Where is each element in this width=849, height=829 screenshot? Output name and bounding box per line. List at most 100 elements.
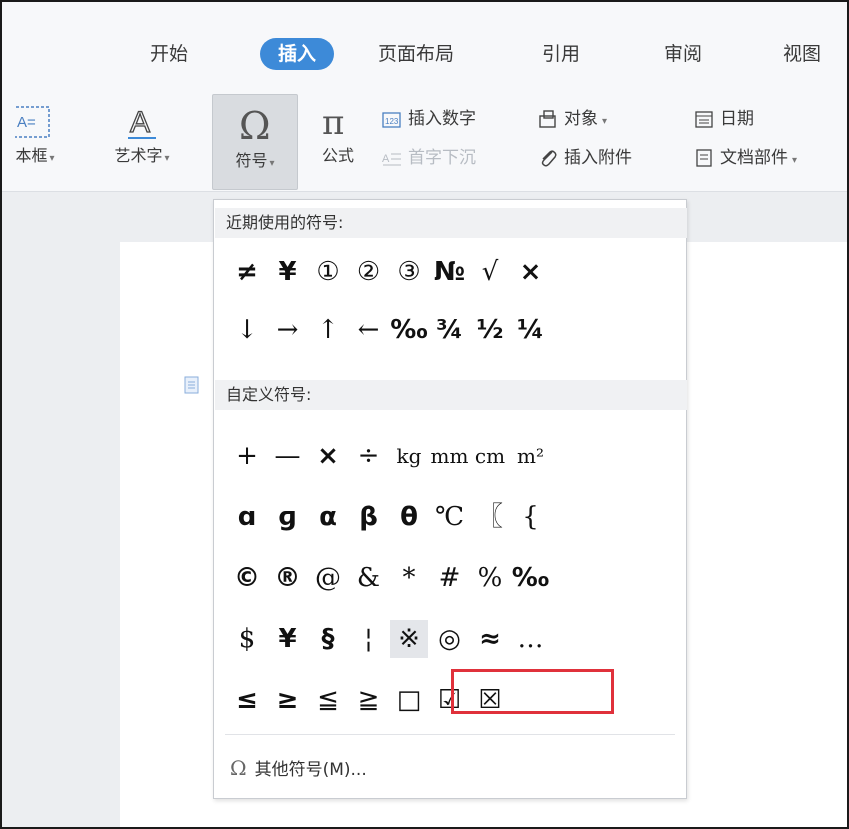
number-icon: 123 (382, 112, 401, 128)
recent-symbol-3[interactable]: ② (350, 253, 388, 291)
recent-symbol-11[interactable]: ← (350, 311, 388, 349)
custom-symbol-9[interactable]: ɡ (269, 498, 307, 536)
drop-cap-label: 首字下沉 (408, 148, 476, 168)
object-label: 对象 (564, 109, 598, 129)
recent-symbol-7[interactable]: × (512, 253, 550, 291)
custom-symbol-27[interactable]: ¦ (350, 620, 388, 658)
date-button[interactable]: 日期 (694, 106, 754, 132)
wordart-label: 艺术字 (114, 146, 163, 165)
wordart-icon: A (128, 105, 156, 140)
custom-symbol-24[interactable]: $ (228, 620, 266, 658)
custom-symbol-21[interactable]: # (431, 559, 469, 597)
custom-symbol-33[interactable]: ≥ (269, 681, 307, 719)
formula-button[interactable]: π 公式 (306, 102, 370, 166)
recent-symbol-12[interactable]: ‰ (390, 311, 428, 349)
custom-symbol-30[interactable]: ≈ (471, 620, 509, 658)
custom-symbol-31[interactable]: … (512, 620, 550, 658)
recent-symbol-9[interactable]: → (269, 311, 307, 349)
recent-symbol-13[interactable]: ¾ (431, 311, 469, 349)
omega-small-icon: Ω (230, 756, 247, 780)
recent-symbol-4[interactable]: ③ (390, 253, 428, 291)
svg-text:π: π (322, 103, 344, 142)
more-symbols-button[interactable]: Ω 其他符号(M)... (230, 754, 367, 782)
custom-symbol-36[interactable]: □ (390, 681, 428, 719)
dropdown-divider (225, 734, 675, 735)
recent-symbol-14[interactable]: ½ (471, 311, 509, 349)
recent-symbols-heading: 近期使用的符号: (215, 208, 687, 238)
textbox-button[interactable]: A= 本框 ▾ (2, 102, 68, 166)
custom-symbol-34[interactable]: ≦ (309, 681, 347, 719)
symbol-button[interactable]: Ω 符号 ▾ (212, 94, 298, 190)
tab-home[interactable]: 开始 (150, 38, 188, 70)
custom-symbol-25[interactable]: ¥ (269, 620, 307, 658)
checkbox-symbols-highlight (451, 669, 614, 714)
textbox-icon: A= (15, 106, 50, 138)
recent-symbol-2[interactable]: ① (309, 253, 347, 291)
custom-symbol-7[interactable]: m² (512, 437, 550, 475)
recent-symbol-6[interactable]: √ (471, 253, 509, 291)
calendar-icon (695, 111, 713, 128)
custom-symbol-28[interactable]: ※ (390, 620, 428, 658)
date-label: 日期 (720, 109, 754, 129)
recent-symbol-15[interactable]: ¼ (512, 311, 550, 349)
custom-symbol-4[interactable]: kg (390, 437, 428, 475)
custom-symbol-0[interactable]: + (228, 437, 266, 475)
tab-references[interactable]: 引用 (542, 38, 580, 70)
tab-page-layout[interactable]: 页面布局 (378, 38, 454, 70)
custom-symbol-17[interactable]: ® (269, 559, 307, 597)
custom-symbol-15[interactable]: { (512, 498, 550, 536)
pi-icon: π (322, 103, 344, 142)
drop-cap-button[interactable]: A 首字下沉 (382, 145, 476, 171)
custom-symbols-heading: 自定义符号: (215, 380, 687, 410)
formula-label: 公式 (321, 146, 354, 165)
custom-symbol-22[interactable]: % (471, 559, 509, 597)
custom-symbol-23[interactable]: ‰ (512, 559, 550, 597)
custom-symbol-8[interactable]: ɑ (228, 498, 266, 536)
custom-symbol-2[interactable]: × (309, 437, 347, 475)
wordart-button[interactable]: A 艺术字 ▾ (96, 102, 188, 166)
custom-symbol-14[interactable]: 〖 (471, 498, 509, 536)
custom-symbol-20[interactable]: * (390, 559, 428, 597)
document-parts-icon (696, 149, 712, 167)
custom-symbol-12[interactable]: θ (390, 498, 428, 536)
recent-symbol-8[interactable]: ↓ (228, 311, 266, 349)
custom-symbol-13[interactable]: ℃ (431, 498, 469, 536)
ribbon-tab-bar: 开始 插入 页面布局 引用 审阅 视图 (2, 2, 847, 84)
recent-symbol-1[interactable]: ¥ (269, 253, 307, 291)
custom-symbol-32[interactable]: ≤ (228, 681, 266, 719)
custom-symbol-5[interactable]: mm (431, 437, 469, 475)
custom-symbol-35[interactable]: ≧ (350, 681, 388, 719)
custom-symbol-19[interactable]: & (350, 559, 388, 597)
insert-number-button[interactable]: 123 插入数字 (382, 106, 476, 132)
custom-symbol-10[interactable]: α (309, 498, 347, 536)
recent-symbol-10[interactable]: ↑ (309, 311, 347, 349)
symbol-dropdown: 近期使用的符号: 自定义符号: ≠ ¥ ① ② ③ № √ × ↓ → ↑ ← ‰ ¾ ½ ¼ + — × ÷ kg mm… (213, 199, 687, 799)
custom-symbol-26[interactable]: § (309, 620, 347, 658)
svg-text:A: A (382, 153, 390, 165)
tab-view[interactable]: 视图 (783, 38, 821, 70)
recent-symbol-5[interactable]: № (431, 253, 469, 291)
custom-symbol-11[interactable]: β (350, 498, 388, 536)
custom-symbol-6[interactable]: cm (471, 437, 509, 475)
recent-symbol-0[interactable]: ≠ (228, 253, 266, 291)
custom-symbol-1[interactable]: — (269, 437, 307, 475)
ribbon-toolbar: A= 本框 ▾ A 艺术字 ▾ Ω 符号 ▾ π 公式 123 插入数字 A 首… (2, 84, 847, 192)
tab-insert[interactable]: 插入 (260, 38, 335, 70)
symbol-label: 符号 (235, 151, 268, 170)
attachment-label: 插入附件 (564, 148, 632, 168)
object-icon (539, 110, 556, 128)
custom-symbol-29[interactable]: ◎ (431, 620, 469, 658)
svg-text:A: A (130, 106, 150, 139)
document-marker-icon (184, 376, 199, 394)
custom-symbol-18[interactable]: @ (309, 559, 347, 597)
paperclip-icon (541, 150, 557, 167)
document-parts-label: 文档部件 (720, 148, 788, 168)
custom-symbol-16[interactable]: © (228, 559, 266, 597)
insert-attachment-button[interactable]: 插入附件 (538, 145, 632, 171)
tab-review[interactable]: 审阅 (664, 38, 702, 70)
drop-cap-icon: A (382, 153, 401, 166)
custom-symbol-3[interactable]: ÷ (350, 437, 388, 475)
document-parts-button[interactable]: 文档部件 ▾ (694, 145, 797, 171)
svg-text:Ω: Ω (239, 104, 271, 147)
object-button[interactable]: 对象 ▾ (538, 106, 607, 132)
